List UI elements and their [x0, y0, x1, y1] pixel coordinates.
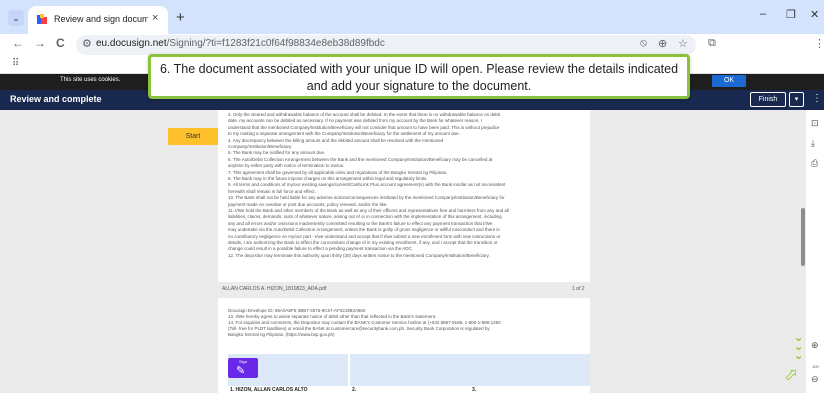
url-domain: eu.docusign.net [96, 38, 167, 49]
page-title: Review and complete [10, 94, 102, 104]
signer-name-3: 3. [472, 387, 477, 393]
document-text-line: may undertake via the Auto/Debit Collect… [228, 227, 500, 233]
signature-field-2 [350, 354, 470, 386]
site-info-icon[interactable]: ⚙ [82, 37, 92, 50]
url-text[interactable]: eu.docusign.net/Signing/?ti=f1283f21c0f6… [96, 38, 385, 49]
browser-tab[interactable]: Review and sign document(s) | × [28, 6, 168, 34]
document-text-line: 11. I/We hold the Bank and other members… [228, 208, 509, 213]
document-page-1: 3. Only the cleared and withdrawable bal… [218, 110, 590, 282]
document-text-line: details, I am authorizing the Bank to ef… [228, 240, 498, 245]
document-text-line: 7. This agreement shall be governed by a… [228, 169, 448, 175]
sign-here-tag[interactable]: Sign ✎ [228, 358, 258, 378]
document-text-line: 4. Any discrepancy between the billing a… [228, 137, 444, 143]
finish-dropdown-button[interactable]: ▾ [789, 92, 804, 107]
document-footer-name: ALLAN CARLOS A. HIZON_1810823_ADA.pdf [222, 286, 327, 292]
pen-icon: ✎ [236, 365, 246, 377]
cursor-icon: ⬀ [784, 365, 799, 384]
document-text-line: no contributory negligence on my/our par… [228, 233, 501, 239]
document-text-line: any and all errors and/or omissions inad… [228, 220, 493, 226]
start-button[interactable]: Start [168, 128, 218, 145]
document-text-line: 12. The depositor may terminate this aut… [228, 252, 490, 258]
document-text-line: anytime by either party with notice of t… [228, 163, 345, 169]
zoom-in-icon[interactable]: ⊕ [811, 340, 819, 351]
more-options-icon[interactable]: ⋮ [812, 93, 822, 104]
docusign-favicon-icon [37, 14, 47, 24]
extensions-icon[interactable]: ⧉ [708, 37, 716, 50]
callout-text: 6. The document associated with your uni… [159, 62, 679, 93]
document-text-line: payment made on overdue or post due acco… [228, 201, 388, 207]
instruction-callout: 6. The document associated with your uni… [148, 54, 690, 99]
chevron-down-icon: ⌄ [794, 350, 804, 362]
forward-icon[interactable]: → [34, 36, 46, 50]
lens-icon[interactable]: ⦸ [640, 37, 647, 50]
zoom-icon[interactable]: ⊕ [658, 37, 667, 50]
signer-name-1: 1. HIZON, ALLAN CARLOS ALTO [230, 387, 308, 393]
document-text-line: 9. All terms and conditions of my/our ex… [228, 182, 506, 188]
minimize-icon[interactable]: – [760, 8, 766, 20]
document-text-line: understand that the mentioned Company/In… [228, 124, 500, 130]
url-path: /Signing/?ti=f1283f21c0f64f98834e8eb38d8… [166, 38, 385, 49]
view-icon[interactable]: ⊡ [811, 118, 819, 129]
finish-button[interactable]: Finish [750, 92, 786, 107]
bookmark-star-icon[interactable]: ☆ [678, 37, 688, 50]
zoom-level: 100 [812, 364, 819, 369]
browser-menu-icon[interactable]: ⋮ [814, 37, 824, 50]
print-icon[interactable]: ⎙ [811, 158, 818, 169]
document-text-line: 10. The Bank shall not be held liable fo… [228, 195, 505, 201]
signer-name-2: 2. [352, 387, 357, 393]
document-text-line: 3. Only the cleared and withdrawable bal… [228, 112, 501, 117]
signature-field-3 [470, 354, 590, 386]
cookie-text: This site uses cookies. [60, 77, 121, 83]
restore-icon[interactable]: ❐ [786, 8, 796, 21]
reload-icon[interactable]: C [56, 36, 65, 50]
document-text-line: Company/Institution/Beneficiary. [228, 144, 293, 149]
back-icon[interactable]: ← [12, 36, 24, 50]
zoom-out-icon[interactable]: ⊖ [811, 374, 819, 385]
document-text-line: liabilities, claims, demands, suits of w… [228, 214, 502, 220]
document-text-line: date, my accounts can be debited as nece… [228, 118, 483, 124]
page-number: 1 of 2 [572, 286, 585, 292]
document-text-line: to my making a separate arrangement with… [228, 131, 460, 137]
new-tab-button[interactable]: + [176, 9, 185, 26]
scrollbar[interactable] [801, 208, 805, 266]
close-tab-icon[interactable]: × [152, 12, 158, 24]
download-icon[interactable]: ⤓ [811, 138, 815, 149]
chevron-down-icon[interactable]: ⌄ [8, 10, 24, 26]
document-text-line: 8. The Bank may in the future impose cha… [228, 176, 428, 181]
document-text-line: Bangko Sentral ng Pilipinas. (https://ww… [228, 332, 335, 337]
document-text-line: 6. The Auto/Debit Collection Arrangement… [228, 156, 493, 162]
cookie-ok-button[interactable]: OK [712, 75, 746, 87]
tab-title: Review and sign document(s) | [54, 14, 148, 24]
close-window-icon[interactable]: ✕ [810, 8, 819, 21]
apps-grid-icon[interactable]: ⠿ [12, 58, 19, 69]
document-text-line: 5. The Bank may be notified for any amou… [228, 150, 326, 156]
document-text-line: herewith shall remain in full force and … [228, 188, 316, 194]
document-text-line: change could result in a possible failur… [228, 246, 414, 252]
